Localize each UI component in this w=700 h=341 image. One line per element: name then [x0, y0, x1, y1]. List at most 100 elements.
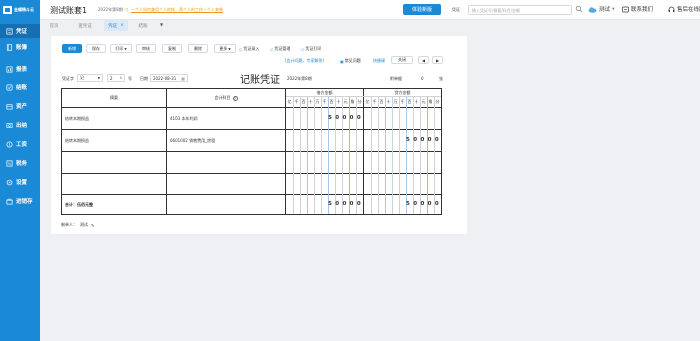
faq-link[interactable]: ▣ 常见问题	[340, 58, 361, 64]
tab-voucher-query[interactable]: 查凭证	[71, 20, 99, 31]
digit-label: 角	[350, 99, 355, 104]
voucher-print-label: 凭证打印	[305, 46, 322, 51]
sidebar-item-label: 结账	[16, 85, 28, 91]
sidebar-item-asset[interactable]: 资产	[0, 99, 40, 113]
prev-voucher-button[interactable]: ◀	[418, 56, 429, 64]
attachments-count-input[interactable]: 0	[421, 76, 424, 81]
sidebar-item-cashier[interactable]: 出纳	[0, 118, 40, 132]
contact-us-link[interactable]: 联系我们	[622, 5, 653, 13]
sidebar-item-inventory[interactable]: 进销存	[0, 194, 40, 208]
shortcut-link[interactable]: 快捷键	[373, 58, 385, 64]
delete-button[interactable]: 删除	[188, 44, 208, 53]
new-button[interactable]: 新增	[62, 44, 82, 53]
edit-icon[interactable]: ✎	[91, 223, 94, 228]
digit-label: 千	[372, 99, 377, 104]
date-input[interactable]: 2022-08-31 ▦	[150, 74, 188, 82]
sidebar-item-label: 进销存	[16, 199, 33, 205]
user-name: 测试	[599, 7, 611, 13]
next-voucher-button[interactable]: ▶	[432, 56, 443, 64]
digit-label: 千	[294, 99, 299, 104]
digit-label: 亿	[365, 99, 370, 104]
after-sales-service-link[interactable]: 售后在线服务	[668, 5, 700, 13]
voucher-card: 新增 保存 打印 ▼ 审核 复制 删除 更多 ▼ ⊂ 凭证录入 ⊂ 凭证管理 ⊂ 凭证打印…	[51, 36, 467, 234]
voucher-print-link[interactable]: ⊂ 凭证打印	[301, 46, 321, 52]
voucher-icon	[5, 27, 13, 35]
row-debit-amount[interactable]: 50000	[328, 115, 364, 121]
sidebar-item-report[interactable]: 报表	[0, 62, 40, 76]
play-icon: ⊂	[301, 46, 305, 52]
search-icon[interactable]	[575, 5, 583, 13]
sidebar-item-voucher[interactable]: 凭证	[0, 24, 40, 38]
credit-header: 贷方金额	[394, 90, 411, 95]
sidebar-item-label: 税务	[16, 161, 28, 167]
tab-label: 首页	[49, 23, 59, 29]
digit-label: 十	[386, 99, 391, 104]
chevron-down-icon: ▼	[124, 46, 127, 51]
tab-home[interactable]: 首页	[45, 20, 63, 31]
play-icon: ⊂	[239, 46, 243, 52]
row-credit-amount[interactable]: 50000	[406, 137, 442, 143]
headset-icon	[668, 6, 675, 12]
search-type-select[interactable]: 凭证	[452, 7, 460, 13]
after-sales-service-label: 售后在线服务	[677, 7, 700, 13]
notice-link[interactable]: 一个人如何兼用个人的帐，两个人的工作一个人来做	[131, 7, 223, 13]
close-icon[interactable]: ×	[120, 23, 124, 28]
audit-button[interactable]: 审核	[136, 44, 156, 53]
asset-icon	[5, 102, 13, 110]
svg-text:%: %	[7, 161, 11, 165]
cashier-icon	[5, 121, 13, 129]
summary-header: 摘要	[110, 95, 118, 100]
expert-qa-link[interactable]: [会计问题，专家解答]	[285, 58, 324, 64]
digit-label: 十	[414, 99, 419, 104]
save-button[interactable]: 保存	[86, 44, 106, 53]
voucher-number-suffix: 号	[128, 76, 132, 81]
sidebar-item-ledger[interactable]: 账簿	[0, 40, 40, 54]
voucher-number-stepper[interactable]: 2 ⇕	[107, 74, 125, 82]
copy-button[interactable]: 复制	[162, 44, 182, 53]
close-button[interactable]: 关闭	[391, 56, 413, 64]
search-input[interactable]: 输入凭证号/摘要/科目/金额	[468, 5, 572, 15]
maker-name: 测试	[80, 222, 88, 227]
calendar-icon[interactable]: ▦	[181, 76, 185, 81]
sidebar-item-closing[interactable]: 结账	[0, 80, 40, 94]
sidebar-item-settings[interactable]: 设置	[0, 175, 40, 189]
digit-label: 分	[357, 99, 362, 104]
row-summary[interactable]: 结转本期损益	[65, 138, 89, 144]
sidebar-item-label: 报表	[16, 67, 28, 73]
voucher-word-select[interactable]: 记 ▼	[77, 74, 103, 82]
tab-closing[interactable]: 结账	[134, 20, 152, 31]
digit-label: 角	[428, 99, 433, 104]
digit-label: 百	[301, 99, 306, 104]
attachments-label: 附单据	[390, 76, 402, 81]
faq-label: 常见问题	[344, 58, 361, 63]
sidebar-item-tax[interactable]: % 税务	[0, 156, 40, 170]
user-menu[interactable]: 测试 ▼	[588, 5, 615, 13]
try-new-version-button[interactable]: 体验新版	[403, 4, 441, 15]
help-icon[interactable]: ?	[232, 95, 238, 101]
account-set-title[interactable]: 测试账套1	[50, 5, 87, 16]
print-dropdown-button[interactable]: 打印 ▼	[110, 44, 132, 53]
date-value: 2022-08-31	[153, 75, 177, 81]
tab-more-dropdown-icon[interactable]: ▼	[160, 22, 166, 29]
cloud-icon	[588, 6, 597, 13]
ledger-icon	[5, 43, 13, 51]
total-debit: 50000	[328, 201, 365, 207]
total-credit: 50000	[406, 201, 443, 207]
voucher-import-link[interactable]: ⊂ 凭证录入	[239, 46, 259, 52]
voucher-manage-link[interactable]: ⊂ 凭证管理	[270, 46, 290, 52]
sidebar-item-payroll[interactable]: 工资	[0, 137, 40, 151]
chevron-down-icon: ▼	[612, 7, 615, 11]
more-dropdown-button[interactable]: 更多 ▼	[214, 44, 236, 53]
period-selector[interactable]: 2022年第8期	[98, 7, 123, 13]
logo: 金蝶精斗云	[3, 5, 34, 15]
tab-voucher[interactable]: 凭证 ×	[104, 20, 128, 31]
digit-label: 千	[322, 99, 327, 104]
row-summary[interactable]: 结转本期损益	[65, 116, 89, 122]
collapse-icon[interactable]: ◁	[124, 7, 128, 13]
play-icon: ⊂	[270, 46, 274, 52]
digit-label: 十	[308, 99, 313, 104]
row-account[interactable]: 6601002 销售费用_房租	[170, 138, 215, 144]
report-icon	[5, 65, 13, 73]
row-account[interactable]: 4103 本年利润	[170, 116, 197, 122]
chevron-down-icon: ▼	[228, 46, 231, 51]
